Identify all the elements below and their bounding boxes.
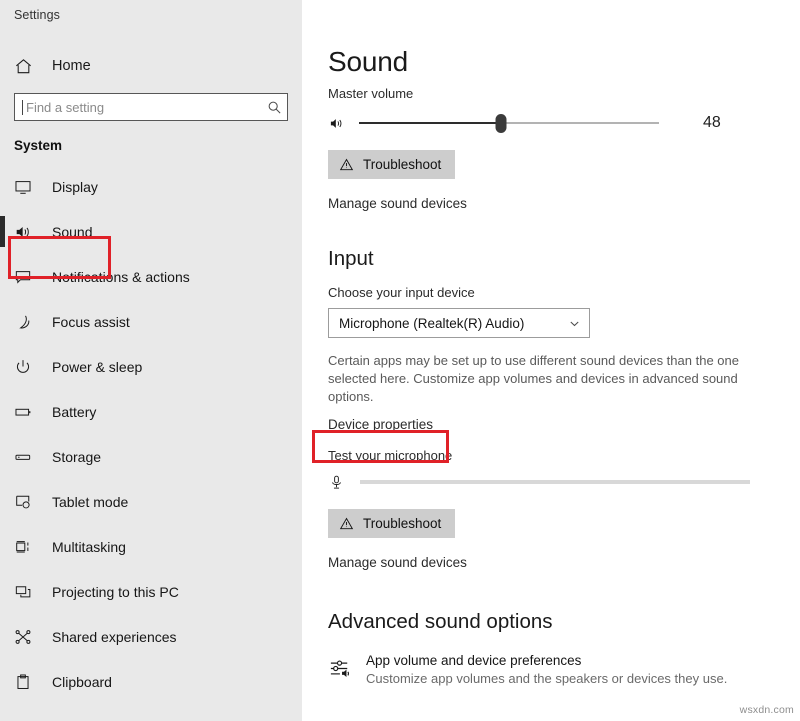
sidebar-item-sound[interactable]: Sound <box>0 209 302 254</box>
slider-track-remaining <box>501 122 659 124</box>
master-volume-label: Master volume <box>328 86 414 101</box>
sidebar: Settings Home System <box>0 0 302 721</box>
slider-track-filled <box>359 122 501 124</box>
settings-window: Settings Home System <box>0 0 800 721</box>
sidebar-item-projecting[interactable]: Projecting to this PC <box>0 569 302 614</box>
slider-thumb[interactable] <box>495 114 507 133</box>
sidebar-item-power-sleep[interactable]: Power & sleep <box>0 344 302 389</box>
test-microphone-label: Test your microphone <box>328 448 453 463</box>
app-volume-preferences-title: App volume and device preferences <box>366 653 582 668</box>
sidebar-item-notifications-label: Notifications & actions <box>52 268 190 285</box>
sidebar-item-battery[interactable]: Battery <box>0 389 302 434</box>
battery-icon <box>14 403 38 421</box>
sidebar-item-home[interactable]: Home <box>0 51 302 81</box>
sidebar-item-display[interactable]: Display <box>0 164 302 209</box>
advanced-heading: Advanced sound options <box>328 610 553 633</box>
output-troubleshoot-wrap: Troubleshoot <box>328 150 800 179</box>
master-volume-slider[interactable] <box>359 112 659 134</box>
page-title: Sound <box>328 46 408 77</box>
warning-triangle-icon <box>339 157 354 172</box>
app-volume-mixer-icon <box>328 653 366 681</box>
watermark: wsxdn.com <box>739 704 794 716</box>
sidebar-item-multitasking[interactable]: Multitasking <box>0 524 302 569</box>
output-troubleshoot-label: Troubleshoot <box>363 157 442 172</box>
app-volume-preferences-item[interactable]: App volume and device preferences Custom… <box>328 653 800 686</box>
sidebar-item-battery-label: Battery <box>52 403 97 420</box>
sidebar-item-power-sleep-label: Power & sleep <box>52 358 143 375</box>
sidebar-item-focus-assist[interactable]: Focus assist <box>0 299 302 344</box>
speaker-icon[interactable] <box>328 115 354 132</box>
advanced-sound-options-section: Advanced sound options App volume and de… <box>328 610 800 686</box>
device-properties-link[interactable]: Device properties <box>328 417 433 432</box>
sidebar-item-shared-experiences[interactable]: Shared experiences <box>0 614 302 659</box>
microphone-level-meter <box>360 480 750 484</box>
multitasking-icon <box>14 538 38 556</box>
sidebar-item-home-label: Home <box>52 58 91 74</box>
app-volume-preferences-text: App volume and device preferences Custom… <box>366 653 727 686</box>
input-device-select[interactable]: Microphone (Realtek(R) Audio) <box>328 308 590 338</box>
input-heading: Input <box>328 247 374 270</box>
warning-triangle-icon <box>339 516 354 531</box>
tablet-icon <box>14 493 38 511</box>
choose-input-device-label: Choose your input device <box>328 285 475 300</box>
sidebar-item-clipboard-label: Clipboard <box>52 673 112 690</box>
sidebar-item-shared-experiences-label: Shared experiences <box>52 628 177 645</box>
moon-icon <box>14 313 38 331</box>
sidebar-item-projecting-label: Projecting to this PC <box>52 583 179 600</box>
sidebar-item-tablet-mode-label: Tablet mode <box>52 493 129 510</box>
storage-icon <box>14 448 38 466</box>
sidebar-item-sound-label: Sound <box>52 223 93 240</box>
speech-bubble-icon <box>14 268 38 286</box>
output-troubleshoot-button[interactable]: Troubleshoot <box>328 150 456 179</box>
sidebar-nav-list: Display Sound Notifications & actions Fo… <box>0 164 302 704</box>
monitor-icon <box>14 178 38 196</box>
sidebar-item-storage-label: Storage <box>52 448 102 465</box>
sidebar-item-clipboard[interactable]: Clipboard <box>0 659 302 704</box>
input-manage-sound-devices-link[interactable]: Manage sound devices <box>328 555 467 570</box>
home-icon <box>14 57 36 76</box>
sidebar-item-storage[interactable]: Storage <box>0 434 302 479</box>
master-volume-row: 48 <box>328 111 800 135</box>
search-icon[interactable] <box>261 100 287 115</box>
sidebar-item-display-label: Display <box>52 178 98 195</box>
app-title: Settings <box>14 8 60 22</box>
master-volume-value: 48 <box>703 114 721 131</box>
main-content: Sound Master volume 48 Troubleshoot Mana… <box>302 0 800 721</box>
speaker-icon <box>14 223 38 241</box>
search-input[interactable] <box>23 94 261 120</box>
input-troubleshoot-wrap: Troubleshoot <box>328 509 800 538</box>
sidebar-item-multitasking-label: Multitasking <box>52 538 126 555</box>
clipboard-icon <box>14 673 38 691</box>
share-icon <box>14 628 38 646</box>
sidebar-item-notifications[interactable]: Notifications & actions <box>0 254 302 299</box>
app-volume-preferences-desc: Customize app volumes and the speakers o… <box>366 671 728 686</box>
microphone-level-row <box>328 470 800 494</box>
projecting-icon <box>14 583 38 601</box>
microphone-icon <box>328 474 354 491</box>
input-device-value: Microphone (Realtek(R) Audio) <box>339 315 525 331</box>
input-description: Certain apps may be set up to use differ… <box>328 353 739 404</box>
chevron-down-icon <box>568 317 581 330</box>
sidebar-section-title: System <box>14 138 63 153</box>
output-manage-sound-devices-link[interactable]: Manage sound devices <box>328 196 467 211</box>
search-box[interactable] <box>14 93 288 121</box>
input-section: Input Choose your input device Microphon… <box>328 247 800 572</box>
power-icon <box>14 358 38 376</box>
input-troubleshoot-label: Troubleshoot <box>363 516 442 531</box>
input-troubleshoot-button[interactable]: Troubleshoot <box>328 509 456 538</box>
sidebar-item-tablet-mode[interactable]: Tablet mode <box>0 479 302 524</box>
sidebar-item-focus-assist-label: Focus assist <box>52 313 130 330</box>
